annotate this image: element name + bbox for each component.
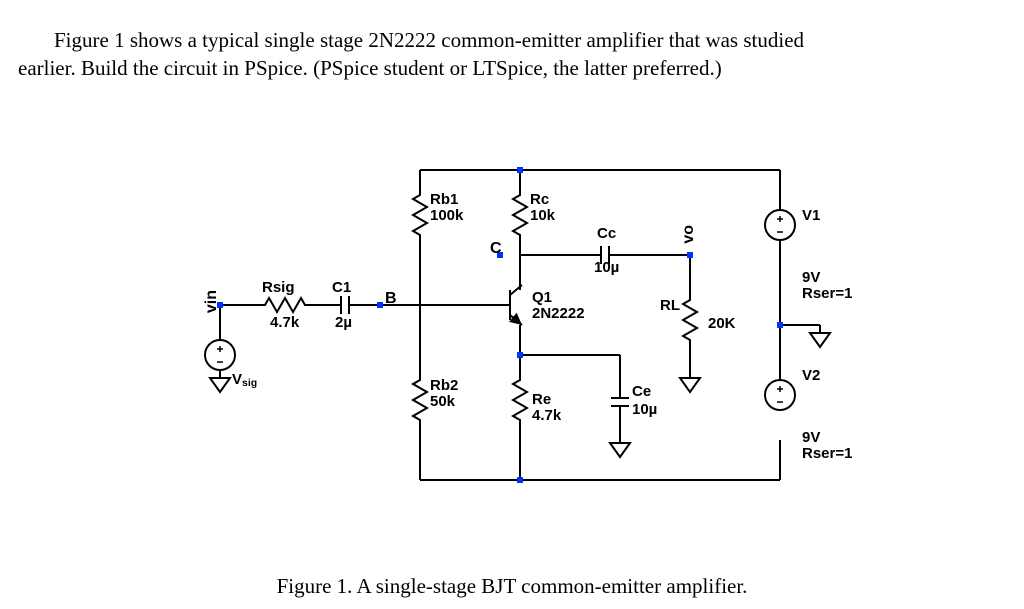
label-Rb1-val: 100k [430,208,463,225]
label-RL-name: RL [660,298,680,315]
label-V2-val2: Rser=1 [802,446,852,463]
label-Rc-val: 10k [530,208,555,225]
figure-caption: Figure 1. A single-stage BJT common-emit… [0,574,1024,599]
node-vo: vo [680,225,698,244]
label-V1-name: V1 [802,208,820,225]
label-Cc-name: Cc [597,226,616,243]
node-C: C [490,240,502,258]
label-Ce-val: 10µ [632,402,657,419]
label-C1-name: C1 [332,280,351,297]
label-C1-val: 2µ [335,315,352,332]
label-Vsig: Vsig [232,372,257,390]
label-RL-val: 20K [708,316,736,333]
label-Ce-name: Ce [632,384,651,401]
label-Cc-val: 10µ [594,260,619,277]
label-Re-val: 4.7k [532,408,561,425]
label-Rsig-val: 4.7k [270,315,299,332]
para-line-1: Figure 1 shows a typical single stage 2N… [18,26,1006,54]
label-Rb2-val: 50k [430,394,455,411]
problem-statement: Figure 1 shows a typical single stage 2N… [0,0,1024,83]
para-line-2: earlier. Build the circuit in PSpice. (P… [18,56,722,80]
label-V2-name: V2 [802,368,820,385]
label-V1-val2: Rser=1 [802,286,852,303]
label-Rsig-name: Rsig [262,280,295,297]
label-Q1-val: 2N2222 [532,306,585,323]
node-B: B [385,290,397,308]
node-vin: vin [203,290,221,313]
schematic-svg [200,140,900,510]
schematic-figure: vin B C vo Rb1 100k Rc 10k Rsig 4.7k C1 … [200,140,900,510]
